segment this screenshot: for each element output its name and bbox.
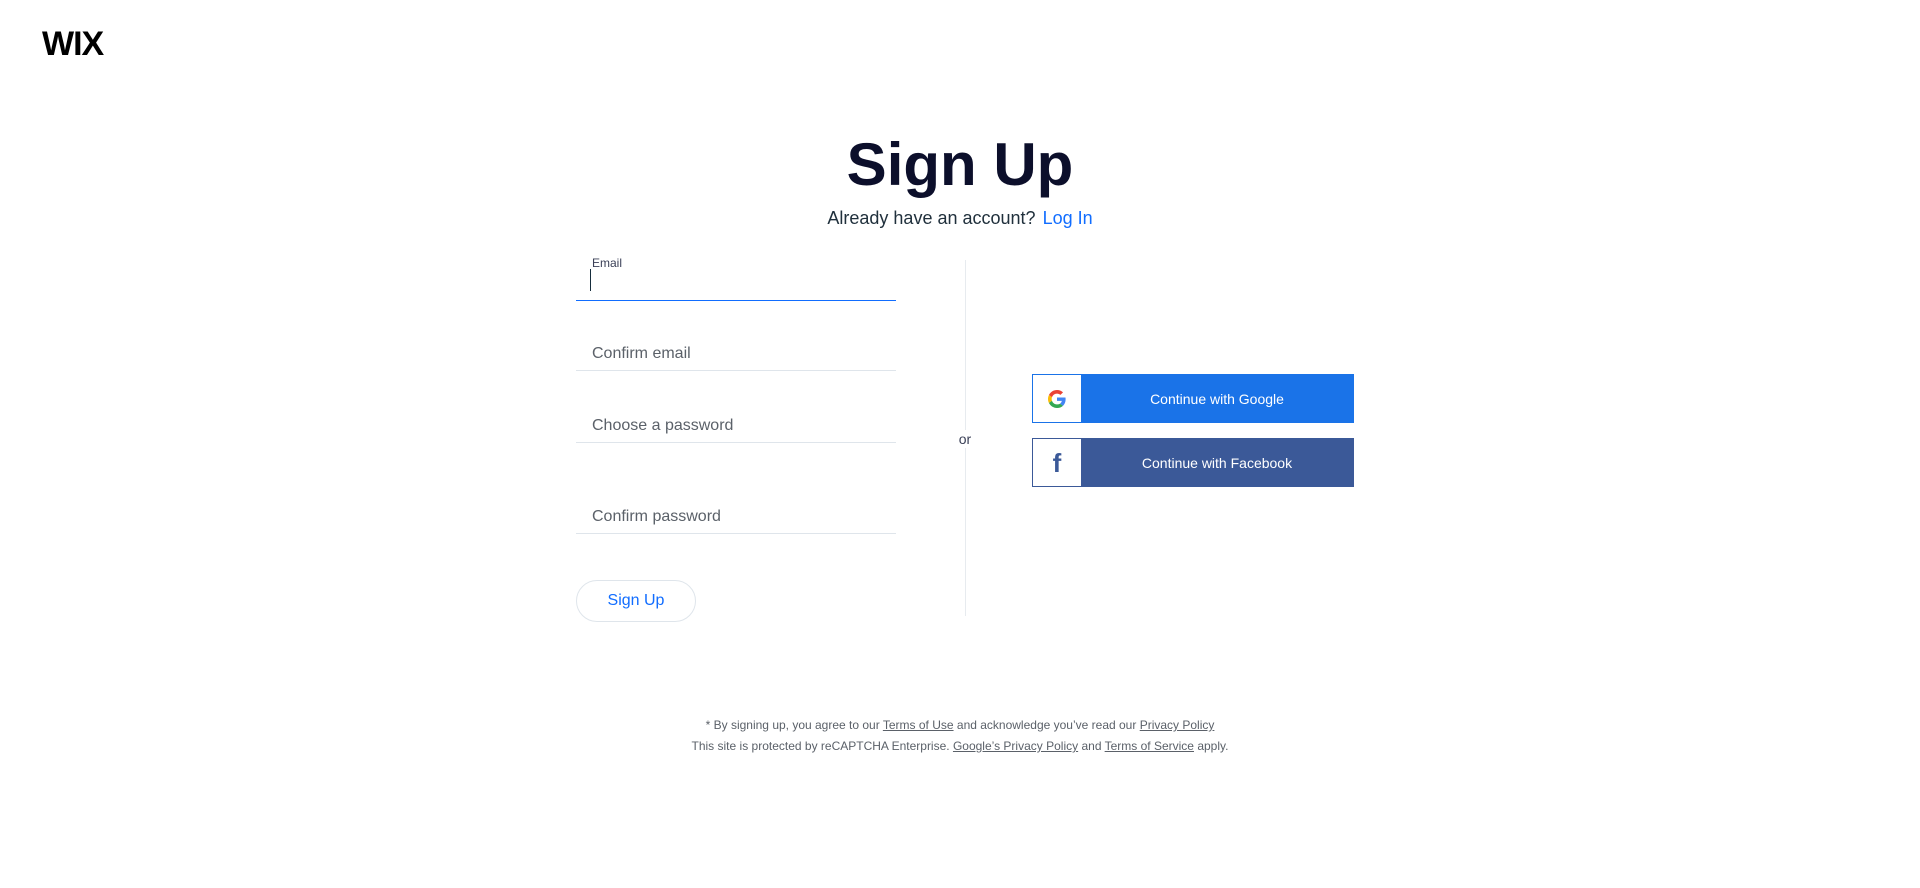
or-separator: or (950, 430, 980, 448)
recaptcha-notice-prefix: This site is protected by reCAPTCHA Ente… (691, 739, 950, 753)
password-input[interactable] (576, 409, 896, 443)
confirm-password-field (576, 500, 896, 536)
recaptcha-notice: This site is protected by reCAPTCHA Ente… (0, 738, 1920, 754)
google-icon (1048, 389, 1066, 408)
page-title: Sign Up (846, 131, 1074, 198)
continue-with-facebook-button[interactable]: f Continue with Facebook (1032, 438, 1354, 487)
continue-with-google-button[interactable]: Continue with Google (1032, 374, 1354, 423)
email-input[interactable] (576, 267, 896, 301)
login-prompt-text: Already have an account? (827, 208, 1036, 228)
sign-up-button[interactable]: Sign Up (576, 580, 696, 622)
terms-of-service-link[interactable]: Terms of Service (1105, 739, 1194, 753)
confirm-password-input[interactable] (576, 500, 896, 534)
google-button-label: Continue with Google (1150, 390, 1284, 407)
login-prompt: Already have an account? Log In (0, 206, 1920, 230)
google-icon-box (1033, 375, 1081, 422)
terms-notice-middle: and acknowledge you’ve read our (956, 718, 1137, 732)
google-privacy-policy-link[interactable]: Google’s Privacy Policy (953, 739, 1078, 753)
terms-notice: * By signing up, you agree to our Terms … (0, 717, 1920, 733)
confirm-email-field (576, 337, 896, 373)
facebook-button-label: Continue with Facebook (1141, 454, 1293, 471)
recaptcha-notice-suffix: apply. (1197, 739, 1229, 753)
terms-notice-prefix: * By signing up, you agree to our (705, 718, 880, 732)
text-caret (590, 269, 591, 291)
privacy-policy-link[interactable]: Privacy Policy (1140, 718, 1215, 732)
wix-logo[interactable]: WIX (42, 27, 104, 61)
facebook-icon-box: f (1033, 439, 1081, 486)
email-field: Email (576, 256, 896, 301)
facebook-icon: f (1052, 447, 1062, 478)
login-link[interactable]: Log In (1043, 208, 1093, 228)
password-field (576, 409, 896, 445)
terms-of-use-link[interactable]: Terms of Use (883, 718, 954, 732)
recaptcha-notice-and: and (1081, 739, 1102, 753)
confirm-email-input[interactable] (576, 337, 896, 371)
